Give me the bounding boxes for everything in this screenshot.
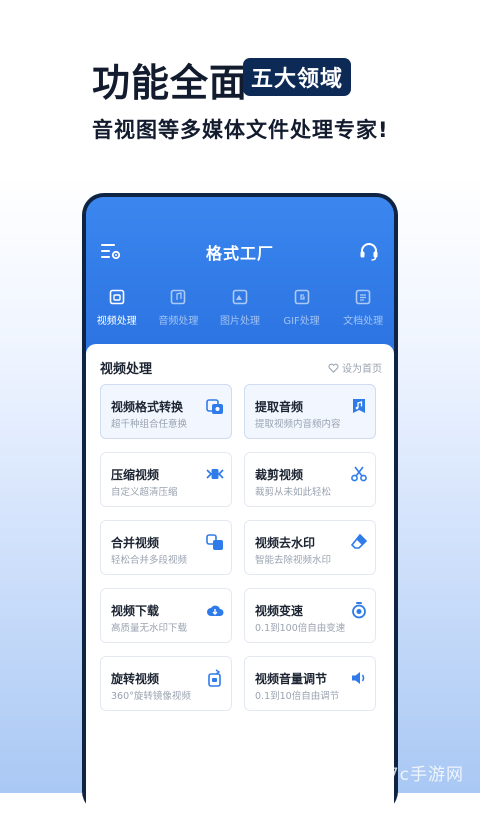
tab-label: 文档处理 (343, 316, 384, 327)
hero-badge: 五大领域 (243, 58, 351, 96)
card-desc: 裁剪从未如此轻松 (255, 487, 332, 498)
card-title: 合并视频 (111, 536, 160, 550)
card-download[interactable]: 视频下载 高质量无水印下载 (100, 588, 232, 643)
speed-icon (352, 602, 366, 619)
tab-gif[interactable]: GIF处理 (271, 289, 333, 333)
cloud-download-icon (207, 605, 224, 616)
card-title: 视频格式转换 (111, 400, 184, 414)
section-title: 视频处理 (100, 362, 153, 377)
document-icon (355, 289, 371, 305)
tab-label: 视频处理 (96, 316, 137, 327)
scissors-icon (351, 466, 367, 482)
extract-audio-icon (353, 399, 365, 413)
video-convert-icon (206, 399, 223, 414)
set-home-button[interactable]: 设为首页 (328, 360, 382, 375)
card-compress[interactable]: 压缩视频 自定义超清压缩 (100, 452, 232, 507)
tab-label: 图片处理 (219, 316, 260, 327)
card-desc: 0.1到10倍自由调节 (255, 691, 340, 702)
card-rotate[interactable]: 旋转视频 360°旋转镜像视频 (100, 656, 232, 711)
card-extract-audio[interactable]: 提取音频 提取视频内音频内容 (244, 384, 376, 439)
audio-icon (171, 289, 186, 305)
merge-icon (206, 534, 223, 550)
card-title: 压缩视频 (111, 468, 160, 482)
eraser-icon (350, 533, 368, 549)
watermark-text: 997c手游网 (364, 765, 464, 785)
card-title: 视频变速 (255, 604, 304, 618)
tab-label: 音频处理 (158, 316, 199, 327)
tab-label: GIF处理 (283, 316, 320, 327)
card-desc: 轻松合并多段视频 (111, 555, 188, 566)
compress-icon (206, 469, 224, 479)
card-volume[interactable]: 视频音量调节 0.1到10倍自由调节 (244, 656, 376, 711)
app-header: 格式工厂 视频处理 音频处理 图片处理 GIF处理 文档处理 (86, 197, 394, 347)
set-home-label: 设为首页 (342, 364, 382, 375)
headset-icon[interactable] (358, 240, 380, 262)
hero-subtitle: 音视图等多媒体文件处理专家! (92, 118, 389, 142)
card-desc: 自定义超清压缩 (111, 487, 178, 498)
phone-frame: 格式工厂 视频处理 音频处理 图片处理 GIF处理 文档处理 视频处理 设为首页… (82, 193, 398, 813)
tab-audio[interactable]: 音频处理 (148, 289, 210, 333)
content-panel: 视频处理 设为首页 视频格式转换 超千种组合任意换 提取音频 提取视频内音频内容… (86, 344, 394, 813)
card-title: 视频音量调节 (255, 672, 328, 686)
card-title: 视频去水印 (255, 536, 316, 550)
card-desc: 超千种组合任意换 (111, 419, 188, 430)
app-screen: 格式工厂 视频处理 音频处理 图片处理 GIF处理 文档处理 视频处理 设为首页… (86, 197, 394, 813)
image-icon (232, 289, 248, 305)
hero-title: 功能全面 (92, 61, 249, 105)
gif-icon (294, 289, 309, 305)
card-remove-watermark[interactable]: 视频去水印 智能去除视频水印 (244, 520, 376, 575)
card-trim[interactable]: 裁剪视频 裁剪从未如此轻松 (244, 452, 376, 507)
volume-icon (352, 672, 365, 684)
tab-image[interactable]: 图片处理 (209, 289, 271, 333)
card-desc: 高质量无水印下载 (111, 623, 188, 634)
card-desc: 智能去除视频水印 (255, 555, 332, 566)
tab-document[interactable]: 文档处理 (332, 289, 394, 333)
rotate-icon (208, 669, 221, 687)
card-desc: 360°旋转镜像视频 (111, 691, 191, 702)
card-title: 提取音频 (255, 400, 304, 414)
category-tabs: 视频处理 音频处理 图片处理 GIF处理 文档处理 (86, 289, 394, 333)
card-merge[interactable]: 合并视频 轻松合并多段视频 (100, 520, 232, 575)
video-icon (109, 289, 125, 305)
card-desc: 提取视频内音频内容 (255, 419, 341, 430)
card-title: 旋转视频 (111, 672, 160, 686)
card-title: 视频下载 (111, 604, 160, 618)
app-title: 格式工厂 (205, 244, 274, 263)
card-speed[interactable]: 视频变速 0.1到100倍自由变速 (244, 588, 376, 643)
card-title: 裁剪视频 (255, 468, 304, 482)
card-desc: 0.1到100倍自由变速 (255, 623, 346, 634)
heart-icon (328, 363, 339, 373)
tab-video[interactable]: 视频处理 (86, 289, 148, 333)
card-video-convert[interactable]: 视频格式转换 超千种组合任意换 (100, 384, 232, 439)
